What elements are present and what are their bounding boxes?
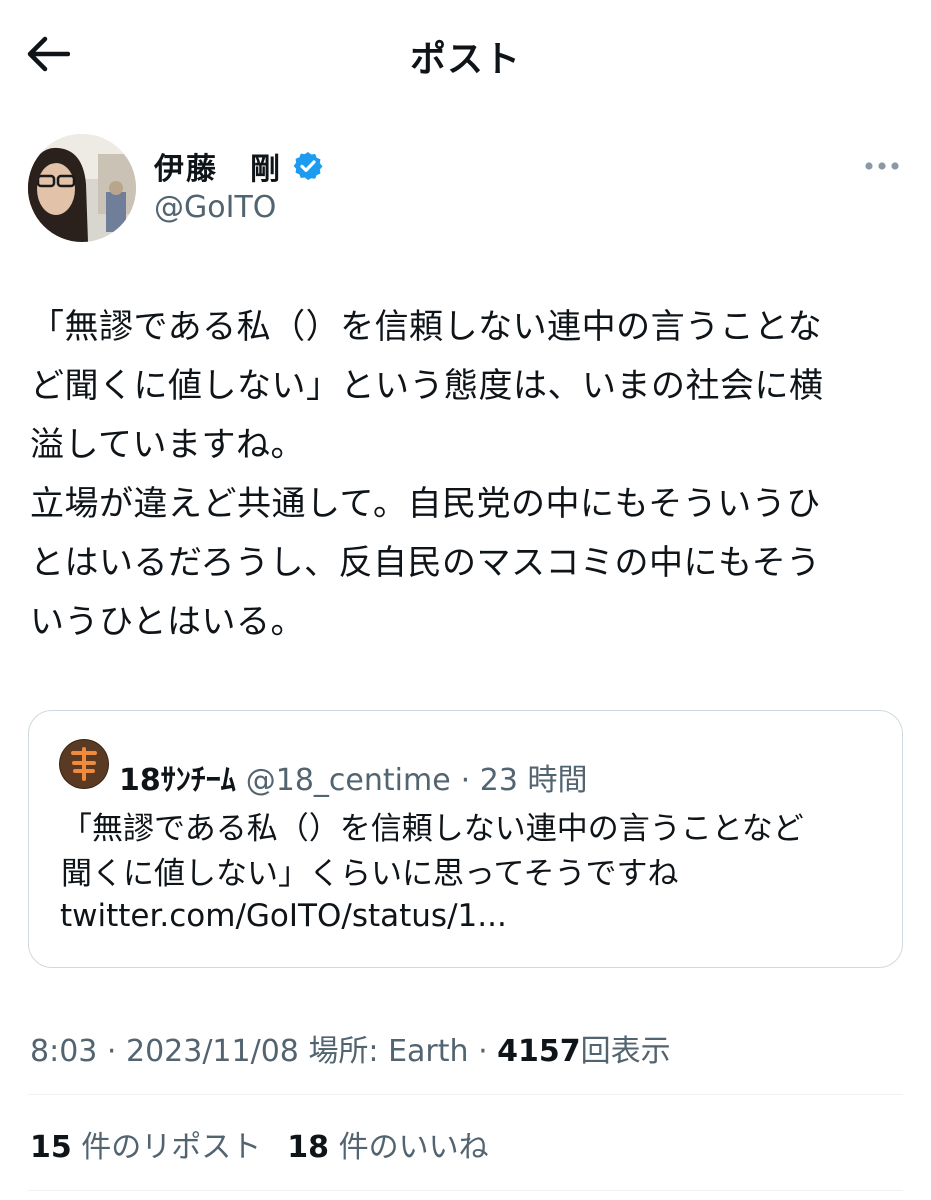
more-dots-icon [865,162,899,170]
page-title: ポスト [409,39,521,80]
engagement-stats: 15 件のリポスト 18 件のいいね [30,1122,489,1166]
view-count: 4157 [497,1034,581,1069]
repost-count: 15 [30,1130,72,1165]
repost-count-link[interactable]: 15 件のリポスト [30,1122,261,1166]
tweet-timestamp[interactable]: 8:03 · 2023/11/08 [30,1034,299,1069]
like-label: 件のいいね [338,1130,489,1165]
divider [28,1094,903,1095]
author-display-name[interactable]: 伊藤 剛 [154,144,282,188]
author-name-row[interactable]: 伊藤 剛 [154,144,324,188]
quoted-author-name: 18ｻﾝﾁｰﾑ [119,763,236,798]
author-avatar[interactable] [28,134,136,242]
quoted-tweet-header: 18ｻﾝﾁｰﾑ @18_centime · 23 時間 [119,755,587,799]
author-handle[interactable]: @GoITO [154,190,276,225]
like-count-link[interactable]: 18 件のいいね [287,1122,488,1166]
quoted-tweet-link[interactable]: twitter.com/GoITO/status/1... [60,898,507,934]
divider-bottom [28,1190,903,1191]
tweet-location: 場所: Earth · [308,1034,488,1069]
quoted-author-avatar [59,739,109,789]
quoted-tweet-time: · 23 時間 [460,763,588,798]
repost-label: 件のリポスト [81,1130,262,1165]
more-options-button[interactable] [858,148,906,184]
like-count: 18 [287,1130,330,1165]
tweet-meta: 8:03 · 2023/11/08 場所: Earth · 4157回表示 [30,1026,671,1070]
quoted-author-handle: @18_centime [245,763,451,798]
top-bar: ポスト [0,0,931,105]
quoted-tweet-text: 「無謬である私（）を信頼しない連中の言うことなど 聞くに値しない」くらいに思って… [61,811,804,892]
verified-badge-icon [293,152,323,180]
tweet-text: 「無謬である私（）を信頼しない連中の言うことな ど聞くに値しない」という態度は、… [30,307,824,642]
view-label: 回表示 [580,1034,671,1069]
